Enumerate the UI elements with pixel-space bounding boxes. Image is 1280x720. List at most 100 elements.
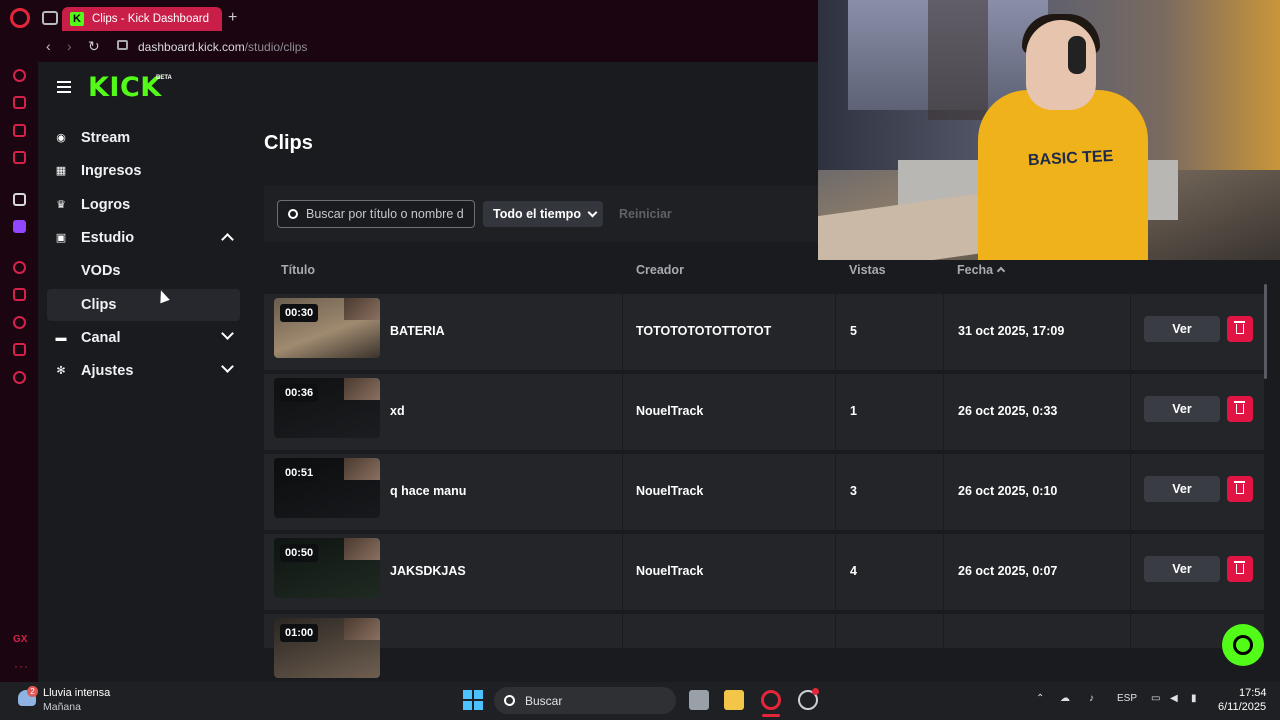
microphone-icon[interactable]: ♪ [1089, 693, 1094, 704]
cloud-icon[interactable]: ☁ [1060, 693, 1070, 704]
clip-views: 3 [850, 484, 857, 498]
reload-icon[interactable]: ↻ [88, 38, 100, 55]
sidebar-item-stream[interactable]: ◉ Stream [47, 122, 240, 154]
weather-badge: 2 [27, 686, 38, 697]
workspaces-icon[interactable] [42, 11, 58, 25]
clip-title: xd [390, 404, 405, 418]
column-title[interactable]: Título [281, 263, 315, 277]
trash-icon [1234, 321, 1245, 334]
clip-creator: NouelTrack [636, 564, 704, 578]
page-title: Clips [264, 132, 313, 154]
history-icon[interactable] [13, 316, 26, 329]
menu-icon[interactable] [57, 81, 71, 93]
volume-icon[interactable]: ◀ [1170, 693, 1178, 704]
view-clip-button[interactable]: Ver [1144, 396, 1220, 422]
view-clip-button[interactable]: Ver [1144, 476, 1220, 502]
column-creator[interactable]: Creador [636, 263, 684, 277]
delete-clip-button[interactable] [1227, 316, 1253, 342]
table-row[interactable]: 00:51 q hace manu NouelTrack 3 26 oct 20… [264, 454, 1264, 530]
table-row[interactable]: 00:36 xd NouelTrack 1 26 oct 2025, 0:33 … [264, 374, 1264, 450]
battery-icon[interactable]: ▮ [1191, 693, 1197, 704]
webcam-overlay: BASIC TEE [818, 0, 1280, 260]
chevron-up-icon [221, 233, 234, 246]
file-explorer-icon[interactable] [724, 690, 744, 710]
beta-badge: BETA [156, 75, 172, 81]
messenger-icon[interactable] [13, 151, 26, 164]
sidebar-item-ingresos[interactable]: ▦ Ingresos [47, 155, 240, 187]
clip-duration: 00:51 [280, 464, 319, 482]
scrollbar[interactable] [1264, 284, 1267, 379]
sidebar-item-estudio[interactable]: ▣ Estudio [47, 222, 240, 254]
table-row[interactable]: 00:50 JAKSDKJAS NouelTrack 4 26 oct 2025… [264, 534, 1264, 610]
clip-views: 5 [850, 324, 857, 338]
ai-icon[interactable] [13, 193, 26, 206]
studio-icon: ▣ [55, 232, 67, 244]
chart-icon: ▦ [55, 165, 67, 177]
trash-icon [1234, 401, 1245, 414]
time-filter-dropdown[interactable]: Todo el tiempo [483, 201, 603, 227]
language-indicator[interactable]: ESP [1117, 693, 1137, 704]
clip-views: 4 [850, 564, 857, 578]
opera-logo-icon[interactable] [10, 8, 30, 28]
delete-clip-button[interactable] [1227, 396, 1253, 422]
table-row[interactable]: 00:30 BATERIA TOTOTOTOTOTTOTOT 5 31 oct … [264, 294, 1264, 370]
clip-creator: NouelTrack [636, 404, 704, 418]
weather-title[interactable]: Lluvia intensa [43, 687, 110, 699]
sidebar-item-ajustes[interactable]: ✻ Ajustes [47, 355, 240, 387]
reset-button[interactable]: Reiniciar [619, 207, 672, 221]
sort-asc-icon [996, 266, 1006, 276]
kick-logo[interactable]: KICK [88, 72, 162, 103]
opera-gx-taskbar-icon[interactable] [761, 690, 781, 710]
search-field[interactable] [277, 200, 475, 228]
gear-icon: ✻ [56, 365, 66, 377]
sidebar-item-canal[interactable]: ▬ Canal [47, 322, 240, 354]
more-icon[interactable]: ··· [14, 659, 29, 673]
clip-thumbnail[interactable]: 00:36 [274, 378, 380, 438]
back-icon[interactable]: ‹ [46, 38, 51, 54]
clip-thumbnail[interactable]: 00:50 [274, 538, 380, 598]
clip-duration: 01:00 [280, 624, 319, 642]
sidebar-item-vods[interactable]: VODs [47, 255, 240, 287]
gx-icon[interactable]: GX [13, 634, 27, 645]
lock-icon[interactable] [117, 40, 128, 50]
browser-tab-active[interactable]: K Clips - Kick Dashboard [62, 7, 222, 31]
settings-icon[interactable] [13, 371, 26, 384]
active-app-indicator [762, 714, 780, 717]
clip-date: 26 oct 2025, 0:10 [958, 484, 1058, 498]
clip-thumbnail[interactable]: 01:00 [274, 618, 380, 678]
shopping-icon[interactable] [13, 96, 26, 109]
clock-time[interactable]: 17:54 [1239, 687, 1267, 699]
player-icon[interactable] [13, 261, 26, 274]
view-clip-button[interactable]: Ver [1144, 556, 1220, 582]
network-icon[interactable]: ▭ [1151, 693, 1160, 704]
clip-thumbnail[interactable]: 00:30 [274, 298, 380, 358]
column-date[interactable]: Fecha [957, 263, 1006, 277]
clip-creator: TOTOTOTOTOTTOTOT [636, 324, 772, 338]
extensions-icon[interactable] [13, 343, 26, 356]
delete-clip-button[interactable] [1227, 476, 1253, 502]
forward-icon[interactable]: › [67, 38, 72, 54]
sidebar-item-logros[interactable]: ♛ Logros [47, 189, 240, 221]
tray-chevron-up-icon[interactable]: ⌃ [1036, 693, 1044, 704]
twitch-icon[interactable] [13, 220, 26, 233]
clock-date[interactable]: 6/11/2025 [1218, 701, 1266, 713]
speed-dial-icon[interactable] [13, 69, 26, 82]
sidebar-item-clips[interactable]: Clips [47, 289, 240, 321]
search-icon [288, 209, 298, 219]
clip-thumbnail[interactable]: 00:51 [274, 458, 380, 518]
table-row[interactable]: 01:00 [264, 614, 1264, 678]
taskbar-search[interactable]: Buscar [494, 687, 676, 714]
new-tab-button[interactable]: + [228, 9, 237, 27]
column-views[interactable]: Vistas [849, 263, 886, 277]
support-chat-button[interactable] [1222, 624, 1264, 666]
trophy-icon: ♛ [56, 199, 66, 211]
start-button[interactable] [463, 690, 483, 710]
news-icon[interactable] [13, 124, 26, 137]
delete-clip-button[interactable] [1227, 556, 1253, 582]
pin-icon[interactable] [13, 288, 26, 301]
search-input[interactable] [306, 207, 474, 221]
task-view-icon[interactable] [689, 690, 709, 710]
channel-icon: ▬ [55, 332, 67, 344]
url-field[interactable]: dashboard.kick.com/studio/clips [138, 40, 307, 54]
view-clip-button[interactable]: Ver [1144, 316, 1220, 342]
